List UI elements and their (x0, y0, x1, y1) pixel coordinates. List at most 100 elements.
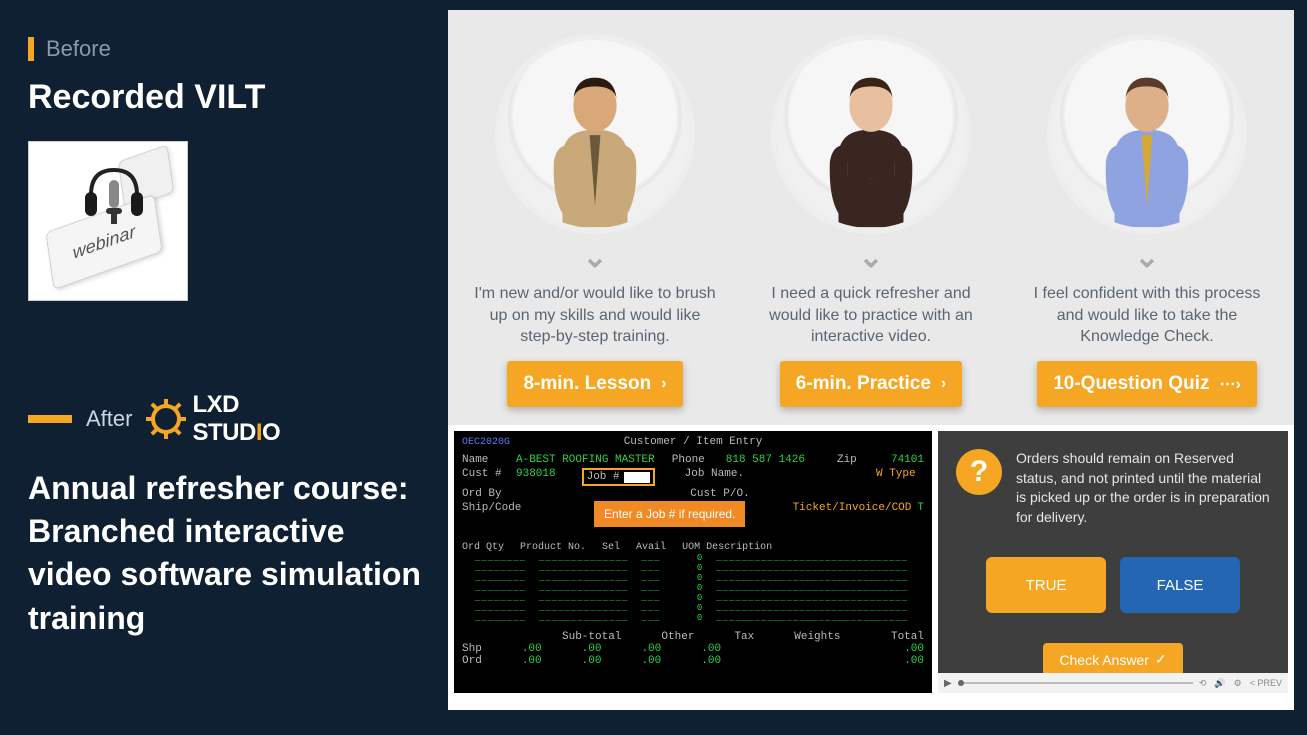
cust-value: 938018 (516, 468, 556, 486)
play-icon[interactable]: ▶ (944, 678, 952, 689)
cust-label: Cust # (462, 468, 510, 486)
persona-avatar-2 (1047, 34, 1247, 234)
zip-label: Zip (837, 454, 885, 466)
quiz-panel: ? Orders should remain on Reserved statu… (938, 431, 1288, 693)
question-mark-icon: ? (956, 449, 1002, 495)
before-label: Before (46, 36, 111, 62)
terminal-data-row: ________ ______________ ___ 0 __________… (462, 583, 924, 593)
terminal-data-row: ________ ______________ ___ 0 __________… (462, 613, 924, 623)
job-label: Job # (587, 471, 620, 483)
gear-icon (146, 399, 186, 439)
persona-1: ⌄ I need a quick refresher and would lik… (746, 34, 996, 407)
job-input[interactable] (624, 472, 650, 483)
custpo-label: Cust P/O. (690, 488, 749, 500)
f-total: Total (891, 631, 924, 643)
terminal-title: Customer / Item Entry (462, 436, 924, 448)
terminal-grid: ________ ______________ ___ 0 __________… (462, 553, 924, 623)
f-weights: Weights (794, 631, 840, 643)
player-bar: ▶ ⟲ 🔊 ⚙ < PREV (938, 673, 1288, 693)
f-shp-tot: .00 (904, 643, 924, 655)
terminal-data-row: ________ ______________ ___ 0 __________… (462, 603, 924, 613)
name-value: A-BEST ROOFING MASTER (516, 454, 655, 466)
terminal-row-name: Name A-BEST ROOFING MASTER Phone 818 587… (462, 454, 924, 466)
terminal-columns: Ord Qty Product No. Sel Avail UOM Descri… (462, 542, 924, 553)
f-tax: Tax (734, 631, 754, 643)
f-shp-wt: .00 (701, 643, 721, 655)
persona-button-label: 10-Question Quiz (1053, 373, 1209, 395)
col-prod: Product No. (520, 542, 586, 553)
persona-desc-0: I'm new and/or would like to brush up on… (470, 283, 720, 349)
col-uom: UOM Description (682, 542, 772, 553)
terminal-data-row: ________ ______________ ___ 0 __________… (462, 593, 924, 603)
persona-area: ⌄ I'm new and/or would like to brush up … (448, 10, 1294, 425)
phone-label: Phone (672, 454, 720, 466)
terminal-simulation: OEC2020G Customer / Item Entry Name A-BE… (454, 431, 932, 693)
bottom-row: OEC2020G Customer / Item Entry Name A-BE… (448, 425, 1294, 699)
persona-avatar-0 (495, 34, 695, 234)
chevron-down-icon: ⌄ (1022, 240, 1272, 275)
persona-0: ⌄ I'm new and/or would like to brush up … (470, 34, 720, 407)
terminal-row-cust: Cust # 938018 Job # Job Name. W Type (462, 468, 924, 486)
before-title: Recorded VILT (28, 78, 428, 117)
terminal-data-row: ________ ______________ ___ 0 __________… (462, 553, 924, 563)
f-shp-sub: .00 (522, 643, 542, 655)
terminal-data-row: ________ ______________ ___ 0 __________… (462, 573, 924, 583)
tooltip: Enter a Job # if required. (594, 501, 745, 527)
scrubber[interactable] (958, 682, 1193, 684)
arrow-right-icon: › (941, 375, 946, 393)
left-panel: Before Recorded VILT webinar After (28, 36, 428, 640)
persona-button-0[interactable]: 8-min. Lesson › (507, 361, 682, 407)
persona-button-1[interactable]: 6-min. Practice › (780, 361, 963, 407)
after-title: Annual refresher course: Branched intera… (28, 467, 428, 640)
false-button[interactable]: FALSE (1120, 557, 1240, 613)
check-answer-button[interactable]: Check Answer ✓ (1043, 643, 1182, 676)
persona-2: ⌄ I feel confident with this process and… (1022, 34, 1272, 407)
f-shp: Shp (462, 643, 482, 655)
f-ord-wt: .00 (701, 655, 721, 667)
repeat-icon[interactable]: ⟲ (1199, 678, 1207, 689)
person-icon (530, 53, 660, 228)
ticket-label: Ticket/Invoice/COD (793, 502, 912, 514)
arrow-right-icon: › (661, 375, 666, 393)
col-avail: Avail (636, 542, 666, 553)
ship-label: Ship/Code (462, 502, 521, 514)
f-subtotal: Sub-total (562, 631, 621, 643)
after-row: After LXD STUDIO (28, 391, 428, 447)
person-icon (1082, 53, 1212, 228)
f-shp-tax: .00 (641, 643, 661, 655)
col-sel: Sel (602, 542, 620, 553)
player-controls: ⟲ 🔊 ⚙ < PREV (1199, 678, 1282, 689)
settings-icon[interactable]: ⚙ (1234, 678, 1242, 689)
persona-desc-1: I need a quick refresher and would like … (746, 283, 996, 349)
prev-button[interactable]: < PREV (1250, 678, 1282, 689)
quiz-question: Orders should remain on Reserved status,… (1016, 449, 1270, 527)
persona-button-label: 8-min. Lesson (523, 373, 651, 395)
true-button[interactable]: TRUE (986, 557, 1106, 613)
headset-mic-icon (79, 160, 149, 230)
col-qty: Ord Qty (462, 542, 504, 553)
persona-button-2[interactable]: 10-Question Quiz ⋯› (1037, 361, 1257, 407)
volume-icon[interactable]: 🔊 (1214, 678, 1225, 689)
job-input-box[interactable]: Job # (582, 468, 655, 486)
f-other: Other (661, 631, 694, 643)
persona-button-label: 6-min. Practice (796, 373, 931, 395)
arrow-right-icon: ⋯› (1219, 374, 1240, 394)
terminal-data-row: ________ ______________ ___ 0 __________… (462, 563, 924, 573)
terminal-row-ordby: Ord By Cust P/O. (462, 488, 924, 500)
before-row: Before (28, 36, 428, 62)
quiz-buttons: TRUE FALSE (956, 557, 1270, 613)
lxd-logo: LXD STUDIO (146, 391, 280, 447)
webinar-image: webinar (28, 141, 188, 301)
f-ord-sub: .00 (522, 655, 542, 667)
accent-bar-icon (28, 37, 34, 61)
jobname-label: Job Name. (685, 468, 744, 486)
f-shp-oth: .00 (582, 643, 602, 655)
name-label: Name (462, 454, 510, 466)
accent-bar2-icon (28, 415, 72, 423)
f-ord-oth: .00 (582, 655, 602, 667)
check-answer-label: Check Answer (1059, 652, 1148, 668)
chevron-down-icon: ⌄ (470, 240, 720, 275)
phone-value: 818 587 1426 (726, 454, 805, 466)
quiz-content: ? Orders should remain on Reserved statu… (956, 449, 1270, 527)
f-ord-tot: .00 (904, 655, 924, 667)
